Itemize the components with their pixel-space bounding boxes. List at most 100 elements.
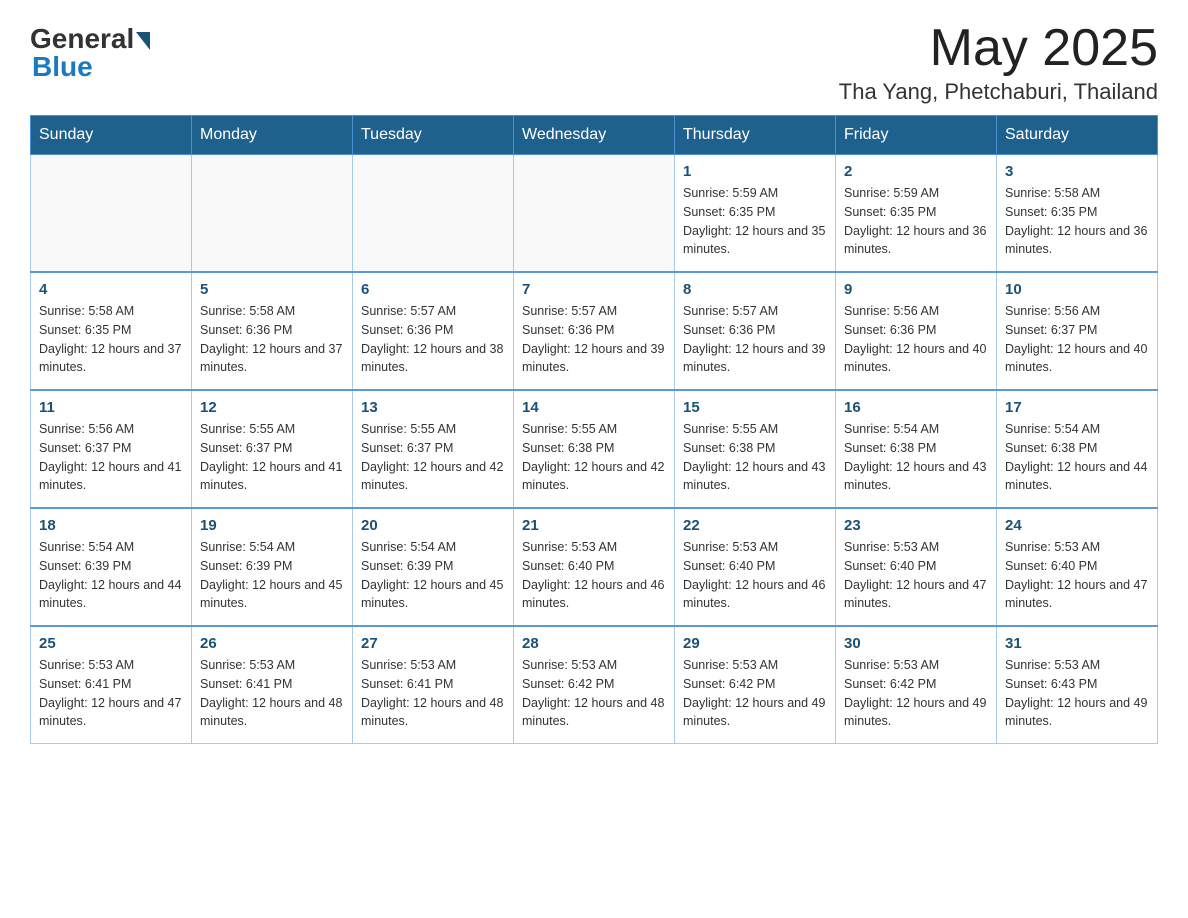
day-info: Sunrise: 5:56 AMSunset: 6:37 PMDaylight:… bbox=[39, 420, 183, 495]
day-info: Sunrise: 5:53 AMSunset: 6:41 PMDaylight:… bbox=[39, 656, 183, 731]
day-info: Sunrise: 5:56 AMSunset: 6:36 PMDaylight:… bbox=[844, 302, 988, 377]
title-block: May 2025 Tha Yang, Phetchaburi, Thailand bbox=[839, 20, 1158, 105]
calendar-cell-w1-d6: 2 Sunrise: 5:59 AMSunset: 6:35 PMDaylight… bbox=[836, 155, 997, 273]
day-info: Sunrise: 5:56 AMSunset: 6:37 PMDaylight:… bbox=[1005, 302, 1149, 377]
day-info: Sunrise: 5:54 AMSunset: 6:38 PMDaylight:… bbox=[844, 420, 988, 495]
day-number: 10 bbox=[1005, 281, 1149, 298]
calendar-cell-w3-d2: 12 Sunrise: 5:55 AMSunset: 6:37 PMDayligh… bbox=[192, 390, 353, 508]
calendar-cell-w1-d7: 3 Sunrise: 5:58 AMSunset: 6:35 PMDaylight… bbox=[997, 155, 1158, 273]
day-info: Sunrise: 5:53 AMSunset: 6:40 PMDaylight:… bbox=[844, 538, 988, 613]
day-number: 6 bbox=[361, 281, 505, 298]
calendar-header-row: Sunday Monday Tuesday Wednesday Thursday… bbox=[31, 116, 1158, 155]
calendar-cell-w2-d5: 8 Sunrise: 5:57 AMSunset: 6:36 PMDaylight… bbox=[675, 272, 836, 390]
day-number: 29 bbox=[683, 635, 827, 652]
day-number: 16 bbox=[844, 399, 988, 416]
header-friday: Friday bbox=[836, 116, 997, 155]
header-monday: Monday bbox=[192, 116, 353, 155]
day-number: 9 bbox=[844, 281, 988, 298]
calendar-cell-w3-d3: 13Sunrise: 5:55 AMSunset: 6:37 PMDayligh… bbox=[353, 390, 514, 508]
day-info: Sunrise: 5:59 AMSunset: 6:35 PMDaylight:… bbox=[683, 184, 827, 259]
day-number: 25 bbox=[39, 635, 183, 652]
calendar-cell-w4-d2: 19 Sunrise: 5:54 AMSunset: 6:39 PMDayligh… bbox=[192, 508, 353, 626]
calendar-week-5: 25 Sunrise: 5:53 AMSunset: 6:41 PMDayligh… bbox=[31, 626, 1158, 744]
calendar-cell-w1-d1 bbox=[31, 155, 192, 273]
calendar-cell-w3-d1: 11 Sunrise: 5:56 AMSunset: 6:37 PMDayligh… bbox=[31, 390, 192, 508]
day-number: 21 bbox=[522, 517, 666, 534]
day-info: Sunrise: 5:53 AMSunset: 6:43 PMDaylight:… bbox=[1005, 656, 1149, 731]
calendar-cell-w5-d7: 31 Sunrise: 5:53 AMSunset: 6:43 PMDayligh… bbox=[997, 626, 1158, 744]
day-info: Sunrise: 5:59 AMSunset: 6:35 PMDaylight:… bbox=[844, 184, 988, 259]
day-number: 8 bbox=[683, 281, 827, 298]
day-number: 18 bbox=[39, 517, 183, 534]
day-info: Sunrise: 5:53 AMSunset: 6:40 PMDaylight:… bbox=[522, 538, 666, 613]
day-info: Sunrise: 5:53 AMSunset: 6:41 PMDaylight:… bbox=[361, 656, 505, 731]
day-info: Sunrise: 5:55 AMSunset: 6:38 PMDaylight:… bbox=[683, 420, 827, 495]
day-number: 19 bbox=[200, 517, 344, 534]
day-number: 15 bbox=[683, 399, 827, 416]
calendar-cell-w5-d1: 25 Sunrise: 5:53 AMSunset: 6:41 PMDayligh… bbox=[31, 626, 192, 744]
day-info: Sunrise: 5:53 AMSunset: 6:40 PMDaylight:… bbox=[683, 538, 827, 613]
day-info: Sunrise: 5:53 AMSunset: 6:42 PMDaylight:… bbox=[844, 656, 988, 731]
header-tuesday: Tuesday bbox=[353, 116, 514, 155]
day-info: Sunrise: 5:54 AMSunset: 6:39 PMDaylight:… bbox=[200, 538, 344, 613]
calendar-cell-w2-d4: 7 Sunrise: 5:57 AMSunset: 6:36 PMDaylight… bbox=[514, 272, 675, 390]
calendar-cell-w2-d3: 6 Sunrise: 5:57 AMSunset: 6:36 PMDaylight… bbox=[353, 272, 514, 390]
day-info: Sunrise: 5:58 AMSunset: 6:35 PMDaylight:… bbox=[1005, 184, 1149, 259]
logo-blue-text: Blue bbox=[32, 51, 93, 83]
day-info: Sunrise: 5:58 AMSunset: 6:36 PMDaylight:… bbox=[200, 302, 344, 377]
logo-general-text: General bbox=[30, 25, 134, 53]
calendar-cell-w4-d7: 24 Sunrise: 5:53 AMSunset: 6:40 PMDayligh… bbox=[997, 508, 1158, 626]
day-info: Sunrise: 5:53 AMSunset: 6:42 PMDaylight:… bbox=[683, 656, 827, 731]
day-number: 7 bbox=[522, 281, 666, 298]
logo-arrow-icon bbox=[136, 32, 150, 50]
calendar-cell-w5-d5: 29 Sunrise: 5:53 AMSunset: 6:42 PMDayligh… bbox=[675, 626, 836, 744]
location-subtitle: Tha Yang, Phetchaburi, Thailand bbox=[839, 79, 1158, 105]
calendar-week-1: 1 Sunrise: 5:59 AMSunset: 6:35 PMDaylight… bbox=[31, 155, 1158, 273]
day-info: Sunrise: 5:53 AMSunset: 6:42 PMDaylight:… bbox=[522, 656, 666, 731]
calendar-cell-w4-d3: 20Sunrise: 5:54 AMSunset: 6:39 PMDayligh… bbox=[353, 508, 514, 626]
calendar-cell-w2-d7: 10 Sunrise: 5:56 AMSunset: 6:37 PMDayligh… bbox=[997, 272, 1158, 390]
calendar-cell-w1-d3 bbox=[353, 155, 514, 273]
day-number: 1 bbox=[683, 163, 827, 180]
header-wednesday: Wednesday bbox=[514, 116, 675, 155]
calendar-cell-w2-d1: 4 Sunrise: 5:58 AMSunset: 6:35 PMDaylight… bbox=[31, 272, 192, 390]
day-info: Sunrise: 5:57 AMSunset: 6:36 PMDaylight:… bbox=[683, 302, 827, 377]
day-number: 23 bbox=[844, 517, 988, 534]
calendar-cell-w3-d4: 14Sunrise: 5:55 AMSunset: 6:38 PMDayligh… bbox=[514, 390, 675, 508]
calendar-week-2: 4 Sunrise: 5:58 AMSunset: 6:35 PMDaylight… bbox=[31, 272, 1158, 390]
day-number: 26 bbox=[200, 635, 344, 652]
day-info: Sunrise: 5:53 AMSunset: 6:41 PMDaylight:… bbox=[200, 656, 344, 731]
calendar-week-4: 18 Sunrise: 5:54 AMSunset: 6:39 PMDayligh… bbox=[31, 508, 1158, 626]
day-number: 3 bbox=[1005, 163, 1149, 180]
calendar-cell-w2-d2: 5 Sunrise: 5:58 AMSunset: 6:36 PMDaylight… bbox=[192, 272, 353, 390]
calendar-cell-w3-d7: 17Sunrise: 5:54 AMSunset: 6:38 PMDayligh… bbox=[997, 390, 1158, 508]
calendar-table: Sunday Monday Tuesday Wednesday Thursday… bbox=[30, 115, 1158, 744]
calendar-cell-w1-d5: 1 Sunrise: 5:59 AMSunset: 6:35 PMDaylight… bbox=[675, 155, 836, 273]
day-number: 12 bbox=[200, 399, 344, 416]
header-thursday: Thursday bbox=[675, 116, 836, 155]
calendar-cell-w1-d4 bbox=[514, 155, 675, 273]
day-number: 4 bbox=[39, 281, 183, 298]
day-info: Sunrise: 5:53 AMSunset: 6:40 PMDaylight:… bbox=[1005, 538, 1149, 613]
calendar-cell-w5-d4: 28 Sunrise: 5:53 AMSunset: 6:42 PMDayligh… bbox=[514, 626, 675, 744]
day-number: 5 bbox=[200, 281, 344, 298]
day-number: 28 bbox=[522, 635, 666, 652]
calendar-cell-w4-d6: 23 Sunrise: 5:53 AMSunset: 6:40 PMDayligh… bbox=[836, 508, 997, 626]
day-info: Sunrise: 5:58 AMSunset: 6:35 PMDaylight:… bbox=[39, 302, 183, 377]
day-number: 24 bbox=[1005, 517, 1149, 534]
calendar-cell-w3-d6: 16 Sunrise: 5:54 AMSunset: 6:38 PMDayligh… bbox=[836, 390, 997, 508]
day-info: Sunrise: 5:55 AMSunset: 6:37 PMDaylight:… bbox=[200, 420, 344, 495]
day-info: Sunrise: 5:57 AMSunset: 6:36 PMDaylight:… bbox=[522, 302, 666, 377]
day-info: Sunrise: 5:57 AMSunset: 6:36 PMDaylight:… bbox=[361, 302, 505, 377]
day-info: Sunrise: 5:54 AMSunset: 6:39 PMDaylight:… bbox=[39, 538, 183, 613]
day-number: 14 bbox=[522, 399, 666, 416]
day-number: 31 bbox=[1005, 635, 1149, 652]
day-number: 2 bbox=[844, 163, 988, 180]
calendar-cell-w1-d2 bbox=[192, 155, 353, 273]
calendar-cell-w5-d2: 26 Sunrise: 5:53 AMSunset: 6:41 PMDayligh… bbox=[192, 626, 353, 744]
calendar-cell-w5-d6: 30Sunrise: 5:53 AMSunset: 6:42 PMDayligh… bbox=[836, 626, 997, 744]
day-number: 20 bbox=[361, 517, 505, 534]
day-info: Sunrise: 5:54 AMSunset: 6:38 PMDaylight:… bbox=[1005, 420, 1149, 495]
day-number: 11 bbox=[39, 399, 183, 416]
day-number: 27 bbox=[361, 635, 505, 652]
